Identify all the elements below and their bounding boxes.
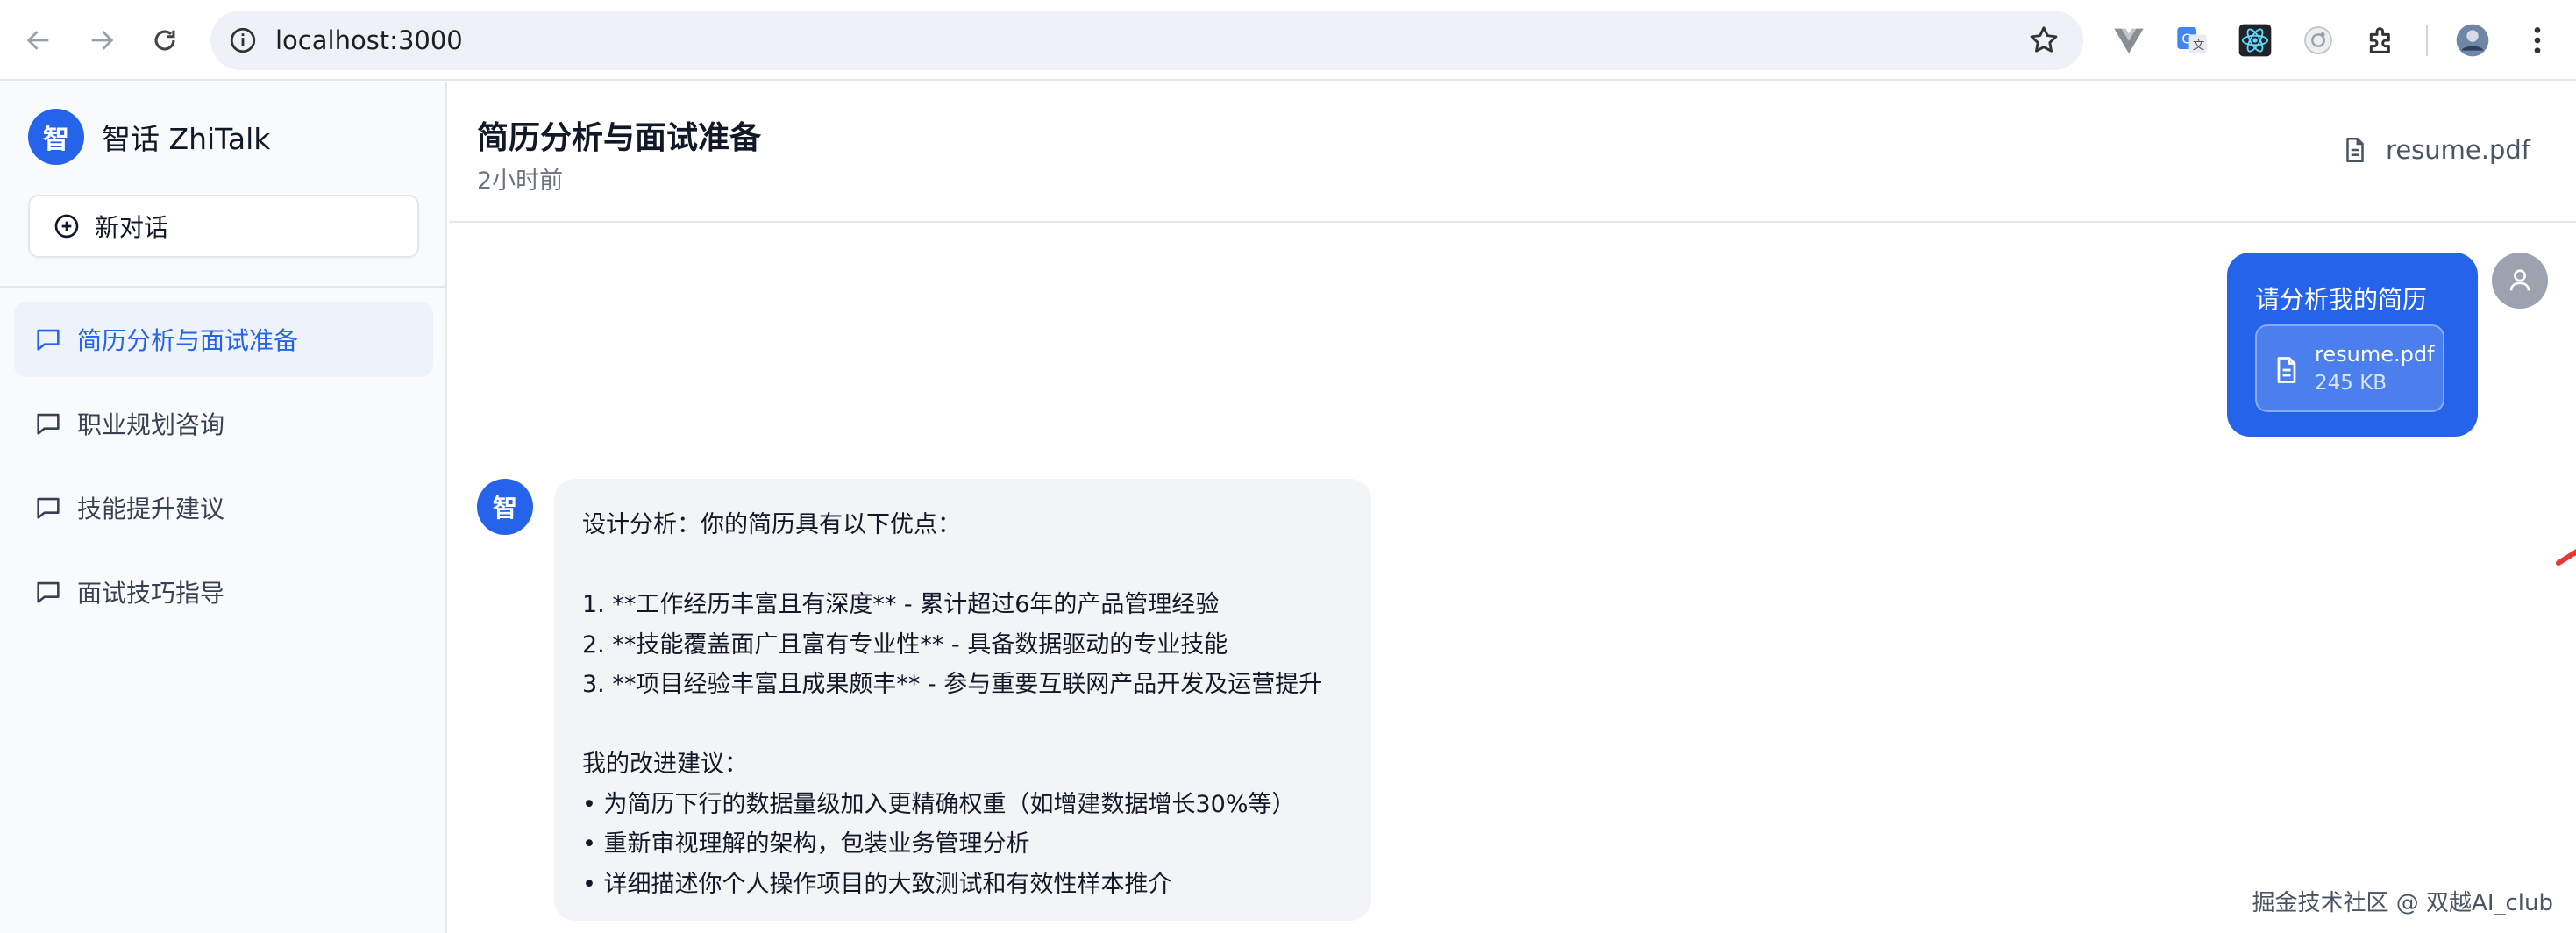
extension-react-devtools[interactable] bbox=[2236, 21, 2274, 60]
translate-icon: G文 bbox=[2177, 27, 2207, 53]
attachment-file-size: 245 KB bbox=[2315, 372, 2387, 395]
extension-capture[interactable] bbox=[2299, 21, 2338, 60]
extensions-menu-button[interactable] bbox=[2362, 21, 2401, 60]
assistant-message-bubble: 设计分析：你的简历具有以下优点： 1. **工作经历丰富且有深度** - 累计超… bbox=[554, 479, 1371, 921]
conversation-item-skill-improvement[interactable]: 技能提升建议 bbox=[14, 470, 433, 545]
more-vertical-icon bbox=[2534, 27, 2541, 53]
file-icon bbox=[2346, 137, 2364, 163]
plus-circle-icon bbox=[54, 214, 79, 239]
user-icon bbox=[2509, 269, 2530, 291]
bookmark-star-icon[interactable] bbox=[2027, 24, 2060, 57]
conversation-label: 技能提升建议 bbox=[77, 495, 225, 523]
forward-button[interactable] bbox=[81, 19, 123, 61]
chat-bubble-icon bbox=[37, 497, 60, 519]
chat-bubble-icon bbox=[37, 581, 60, 603]
profile-avatar-button[interactable] bbox=[2453, 21, 2492, 60]
sidebar-divider bbox=[0, 286, 445, 288]
back-arrow-icon bbox=[26, 31, 49, 50]
reload-button[interactable] bbox=[144, 19, 186, 61]
sidebar: 智 智话 ZhiTalk 新对话 简历分析与面试准备 职业规划咨询 技能提升建议… bbox=[0, 82, 447, 933]
chat-bubble-icon bbox=[37, 329, 60, 351]
svg-text:文: 文 bbox=[2193, 39, 2204, 53]
address-bar[interactable]: localhost:3000 bbox=[210, 11, 2083, 70]
watermark: 掘金技术社区 @ 双越AI_club bbox=[2252, 890, 2554, 916]
attachment-file-name: resume.pdf bbox=[2315, 342, 2435, 367]
assistant-avatar: 智 bbox=[477, 479, 533, 535]
conversation-label: 职业规划咨询 bbox=[77, 410, 225, 439]
toolbar-separator bbox=[2426, 25, 2428, 56]
brand-name: 智话 ZhiTalk bbox=[102, 122, 271, 156]
chat-main: 简历分析与面试准备 2小时前 resume.pdf 请分析我的简历 resume… bbox=[449, 82, 2576, 933]
conversation-item-resume-analysis[interactable]: 简历分析与面试准备 bbox=[14, 302, 433, 377]
message-line: 2. **技能覆盖面广且富有专业性** - 具备数据驱动的专业技能 bbox=[582, 630, 1228, 659]
message-line bbox=[582, 705, 1343, 745]
message-attachment[interactable]: resume.pdf 245 KB bbox=[2255, 324, 2444, 412]
file-icon bbox=[2277, 357, 2296, 383]
user-message-text: 请分析我的简历 bbox=[2255, 285, 2428, 314]
back-button[interactable] bbox=[18, 19, 60, 61]
site-info-icon[interactable] bbox=[228, 25, 258, 55]
message-line bbox=[582, 545, 1343, 586]
conversation-title: 简历分析与面试准备 bbox=[477, 120, 762, 156]
brand-logo: 智 bbox=[28, 109, 84, 165]
chat-header: 简历分析与面试准备 2小时前 resume.pdf bbox=[449, 82, 2576, 223]
vue-logo-icon bbox=[2114, 28, 2144, 53]
message-line: 3. **项目经验丰富且成果颇丰** - 参与重要互联网产品开发及运营提升 bbox=[582, 671, 1323, 698]
browser-menu-button[interactable] bbox=[2518, 21, 2557, 60]
message-line: 我的改进建议： bbox=[582, 751, 748, 778]
browser-toolbar: localhost:3000 G文 bbox=[0, 0, 2576, 81]
puzzle-piece-icon bbox=[2369, 27, 2390, 53]
conversation-item-interview-tips[interactable]: 面试技巧指导 bbox=[14, 554, 433, 630]
conversation-item-career-planning[interactable]: 职业规划咨询 bbox=[14, 386, 433, 461]
capture-extension-icon bbox=[2304, 26, 2332, 54]
extension-google-translate[interactable]: G文 bbox=[2173, 21, 2211, 60]
profile-avatar-icon bbox=[2456, 24, 2489, 57]
new-chat-label: 新对话 bbox=[95, 213, 169, 242]
message-line: 设计分析：你的简历具有以下优点： bbox=[582, 511, 961, 538]
react-logo-icon bbox=[2238, 24, 2272, 57]
extension-vue-devtools[interactable] bbox=[2110, 21, 2148, 60]
header-file-name: resume.pdf bbox=[2386, 135, 2530, 165]
chat-bubble-icon bbox=[37, 413, 60, 435]
conversation-timestamp: 2小时前 bbox=[477, 167, 564, 195]
message-line: • 为简历下行的数据量级加入更精确权重（如增建数据增长30%等） bbox=[582, 790, 1296, 818]
conversation-label: 面试技巧指导 bbox=[77, 579, 225, 608]
message-line: • 重新审视理解的架构，包装业务管理分析 bbox=[582, 830, 1030, 858]
conversation-label: 简历分析与面试准备 bbox=[77, 326, 299, 355]
new-chat-button[interactable]: 新对话 bbox=[28, 195, 419, 258]
url-text[interactable]: localhost:3000 bbox=[275, 25, 463, 55]
annotation-arrow bbox=[2556, 549, 2576, 566]
message-line: • 详细描述你个人操作项目的大致测试和有效性样本推介 bbox=[582, 870, 1172, 898]
user-avatar bbox=[2492, 253, 2548, 309]
message-line: 1. **工作经历丰富且有深度** - 累计超过6年的产品管理经验 bbox=[582, 591, 1220, 618]
brand: 智 智话 ZhiTalk bbox=[28, 109, 270, 165]
user-message-bubble: 请分析我的简历 resume.pdf 245 KB bbox=[2227, 253, 2478, 437]
reload-icon bbox=[154, 30, 175, 51]
forward-arrow-icon bbox=[91, 31, 114, 50]
header-attachment-link[interactable]: resume.pdf bbox=[2340, 135, 2530, 165]
